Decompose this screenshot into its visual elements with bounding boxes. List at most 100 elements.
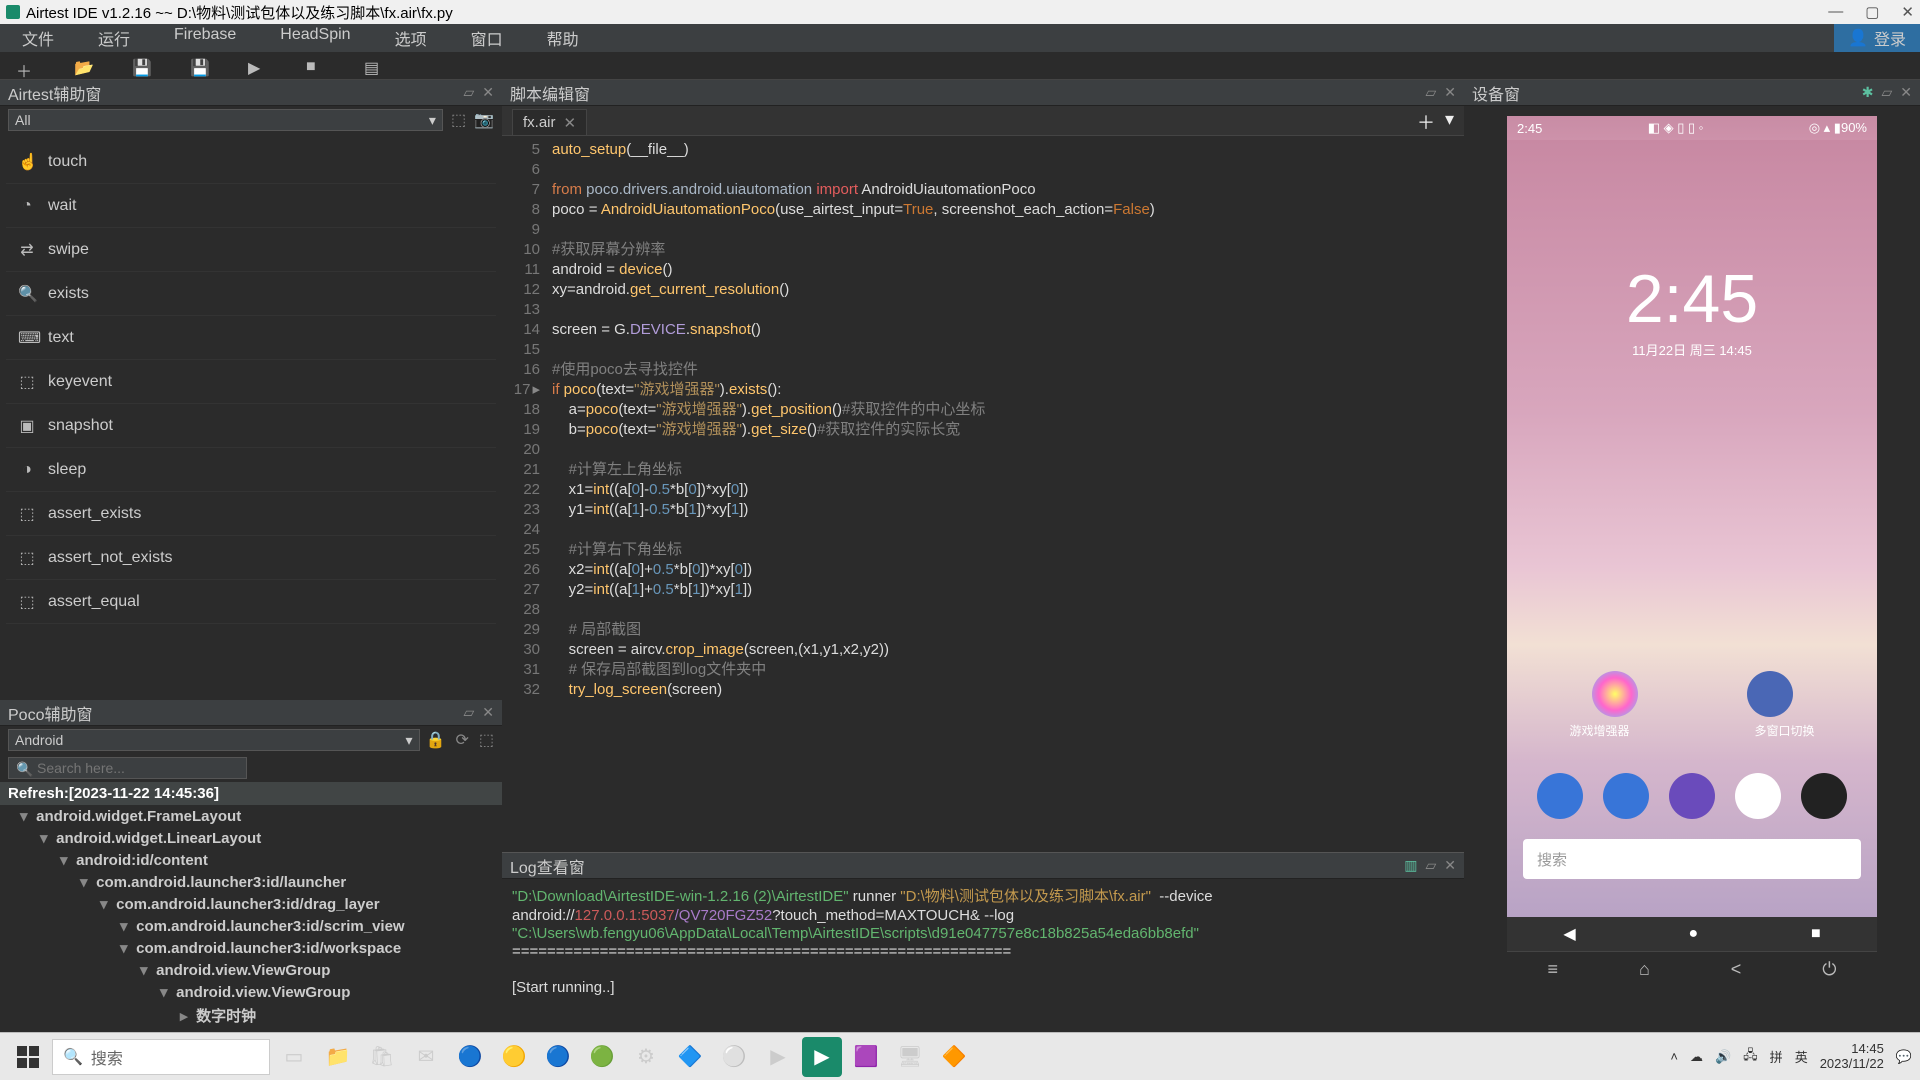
poco-float-icon[interactable]: ▱ bbox=[463, 704, 474, 721]
app-icon-8[interactable]: 🔶 bbox=[934, 1037, 974, 1077]
assist-item-exists[interactable]: 🔍exists bbox=[6, 272, 496, 316]
dock-messages-icon[interactable] bbox=[1603, 773, 1649, 819]
assist-item-text[interactable]: ⌨text bbox=[6, 316, 496, 360]
assist-float-icon[interactable]: ▱ bbox=[463, 84, 474, 101]
store-icon[interactable]: 🛍 bbox=[362, 1037, 402, 1077]
nav-home-icon[interactable]: ● bbox=[1688, 925, 1698, 943]
ime-indicator-1[interactable]: 拼 bbox=[1770, 1047, 1783, 1066]
stop-icon[interactable]: ■ bbox=[306, 58, 322, 74]
assist-item-snapshot[interactable]: ▣snapshot bbox=[6, 404, 496, 448]
assist-item-assert_not_exists[interactable]: ⬚assert_not_exists bbox=[6, 536, 496, 580]
menu-file[interactable]: 文件 bbox=[0, 26, 76, 50]
dev-power-icon[interactable]: ⏻ bbox=[1822, 959, 1836, 980]
camera-icon[interactable]: 📷 bbox=[474, 110, 494, 130]
wechat-icon[interactable]: 🟢 bbox=[582, 1037, 622, 1077]
menu-options[interactable]: 选项 bbox=[373, 26, 449, 50]
inspect-icon[interactable]: ⬚ bbox=[479, 730, 494, 750]
tree-node[interactable]: ▾ android.view.ViewGroup bbox=[0, 959, 502, 981]
phone-search-bar[interactable]: 搜索 bbox=[1523, 839, 1861, 879]
assist-item-assert_equal[interactable]: ⬚assert_equal bbox=[6, 580, 496, 624]
tray-cloud-icon[interactable]: ☁ bbox=[1690, 1049, 1703, 1065]
new-tab-icon[interactable]: ＋ bbox=[1417, 109, 1435, 135]
app-icon-5[interactable]: ▶ bbox=[758, 1037, 798, 1077]
editor-close-icon[interactable]: ✕ bbox=[1444, 84, 1456, 101]
menu-help[interactable]: 帮助 bbox=[525, 26, 601, 50]
assist-filter-select[interactable]: All ▾ bbox=[8, 109, 443, 131]
start-button[interactable] bbox=[8, 1037, 48, 1077]
run-icon[interactable]: ▶ bbox=[248, 58, 264, 74]
nav-back-icon[interactable]: ◀ bbox=[1563, 924, 1575, 944]
tray-network-icon[interactable]: 🖧 bbox=[1743, 1046, 1758, 1068]
phone-mirror[interactable]: 2:45 ◧ ◈ ▯ ▯ ◦ ◎ ▴ ▮90% 2:45 11月22日 周三 1… bbox=[1507, 116, 1877, 987]
select-tool-icon[interactable]: ⬚ bbox=[451, 110, 466, 130]
dock-photos-icon[interactable] bbox=[1735, 773, 1781, 819]
app-icon-3[interactable]: 🔷 bbox=[670, 1037, 710, 1077]
maximize-button[interactable]: ▢ bbox=[1865, 3, 1879, 21]
tab-close-icon[interactable]: ✕ bbox=[564, 114, 577, 132]
lock-icon[interactable]: 🔒 bbox=[426, 730, 446, 750]
taskbar-clock[interactable]: 14:45 2023/11/22 bbox=[1820, 1042, 1884, 1071]
device-tool-icon[interactable]: ✱ bbox=[1862, 84, 1874, 101]
tree-node[interactable]: ▾ com.android.launcher3:id/drag_layer bbox=[0, 893, 502, 915]
log-close-icon[interactable]: ✕ bbox=[1444, 857, 1456, 874]
assist-close-icon[interactable]: ✕ bbox=[482, 84, 494, 101]
assist-item-assert_exists[interactable]: ⬚assert_exists bbox=[6, 492, 496, 536]
tab-overflow-icon[interactable]: ▾ bbox=[1445, 109, 1454, 135]
app-multiwindow[interactable] bbox=[1747, 671, 1793, 717]
airtest-icon[interactable]: ▶ bbox=[802, 1037, 842, 1077]
tree-node[interactable]: ▾ com.android.launcher3:id/scrim_view bbox=[0, 915, 502, 937]
app-icon-2[interactable]: ⚙ bbox=[626, 1037, 666, 1077]
log-filter-icon[interactable]: ▥ bbox=[1404, 857, 1417, 874]
assist-item-swipe[interactable]: ⇄swipe bbox=[6, 228, 496, 272]
editor-tab[interactable]: fx.air ✕ bbox=[512, 109, 587, 135]
menu-run[interactable]: 运行 bbox=[76, 26, 152, 50]
edge-icon[interactable]: 🔵 bbox=[538, 1037, 578, 1077]
nav-recents-icon[interactable]: ■ bbox=[1811, 925, 1821, 943]
dock-phone-icon[interactable] bbox=[1537, 773, 1583, 819]
phone-home-screen[interactable]: 2:45 11月22日 周三 14:45 游戏增强器 多窗口切换 bbox=[1507, 140, 1877, 917]
menu-firebase[interactable]: Firebase bbox=[152, 26, 258, 50]
tree-node[interactable]: ▾ android.widget.FrameLayout bbox=[0, 805, 502, 827]
ime-indicator-2[interactable]: 英 bbox=[1795, 1047, 1808, 1066]
tree-node[interactable]: ▸ 数字时钟 bbox=[0, 1003, 502, 1028]
poco-search-input[interactable] bbox=[8, 757, 247, 779]
app-icon-4[interactable]: ⚪ bbox=[714, 1037, 754, 1077]
save-all-icon[interactable]: 💾 bbox=[190, 58, 206, 74]
tree-node[interactable]: ▾ com.android.launcher3:id/workspace bbox=[0, 937, 502, 959]
menu-headspin[interactable]: HeadSpin bbox=[258, 26, 372, 50]
refresh-icon[interactable]: ⟳ bbox=[455, 730, 468, 750]
dev-menu-icon[interactable]: ≡ bbox=[1547, 959, 1558, 980]
menu-window[interactable]: 窗口 bbox=[449, 26, 525, 50]
dev-home-icon[interactable]: ⌂ bbox=[1639, 959, 1650, 980]
code-editor[interactable]: 5auto_setup(__file__)67from poco.drivers… bbox=[502, 136, 1464, 852]
assist-item-keyevent[interactable]: ⬚keyevent bbox=[6, 360, 496, 404]
taskbar-search[interactable]: 🔍 搜索 bbox=[52, 1039, 270, 1075]
app-icon-7[interactable]: 🖥 bbox=[890, 1037, 930, 1077]
login-button[interactable]: 👤 登录 bbox=[1834, 24, 1920, 52]
close-button[interactable]: ✕ bbox=[1901, 3, 1914, 21]
tree-node[interactable]: 游戏增强器 bbox=[0, 1028, 502, 1032]
assist-item-sleep[interactable]: ◑sleep bbox=[6, 448, 496, 492]
tray-chevron-icon[interactable]: ˄ bbox=[1670, 1049, 1678, 1064]
poco-mode-select[interactable]: Android ▾ bbox=[8, 729, 420, 751]
device-float-icon[interactable]: ▱ bbox=[1881, 84, 1892, 101]
dev-back-icon[interactable]: < bbox=[1731, 959, 1742, 980]
notification-icon[interactable]: 💬 bbox=[1896, 1049, 1912, 1065]
dock-contacts-icon[interactable] bbox=[1669, 773, 1715, 819]
tree-node[interactable]: ▾ android.view.ViewGroup bbox=[0, 981, 502, 1003]
tray-volume-icon[interactable]: 🔊 bbox=[1715, 1049, 1731, 1065]
app-icon-1[interactable]: 🔵 bbox=[450, 1037, 490, 1077]
log-float-icon[interactable]: ▱ bbox=[1425, 857, 1436, 874]
app-game-booster[interactable] bbox=[1592, 671, 1638, 717]
tree-node[interactable]: ▾ android:id/content bbox=[0, 849, 502, 871]
tree-node[interactable]: ▾ android.widget.LinearLayout bbox=[0, 827, 502, 849]
chrome-icon[interactable]: 🟡 bbox=[494, 1037, 534, 1077]
minimize-button[interactable]: — bbox=[1828, 3, 1843, 21]
save-icon[interactable]: 💾 bbox=[132, 58, 148, 74]
report-icon[interactable]: ▤ bbox=[364, 58, 380, 74]
taskview-icon[interactable]: ▭ bbox=[274, 1037, 314, 1077]
dock-camera-icon[interactable] bbox=[1801, 773, 1847, 819]
editor-float-icon[interactable]: ▱ bbox=[1425, 84, 1436, 101]
device-close-icon[interactable]: ✕ bbox=[1900, 84, 1912, 101]
log-output[interactable]: "D:\Download\AirtestIDE-win-1.2.16 (2)\A… bbox=[502, 879, 1464, 1032]
